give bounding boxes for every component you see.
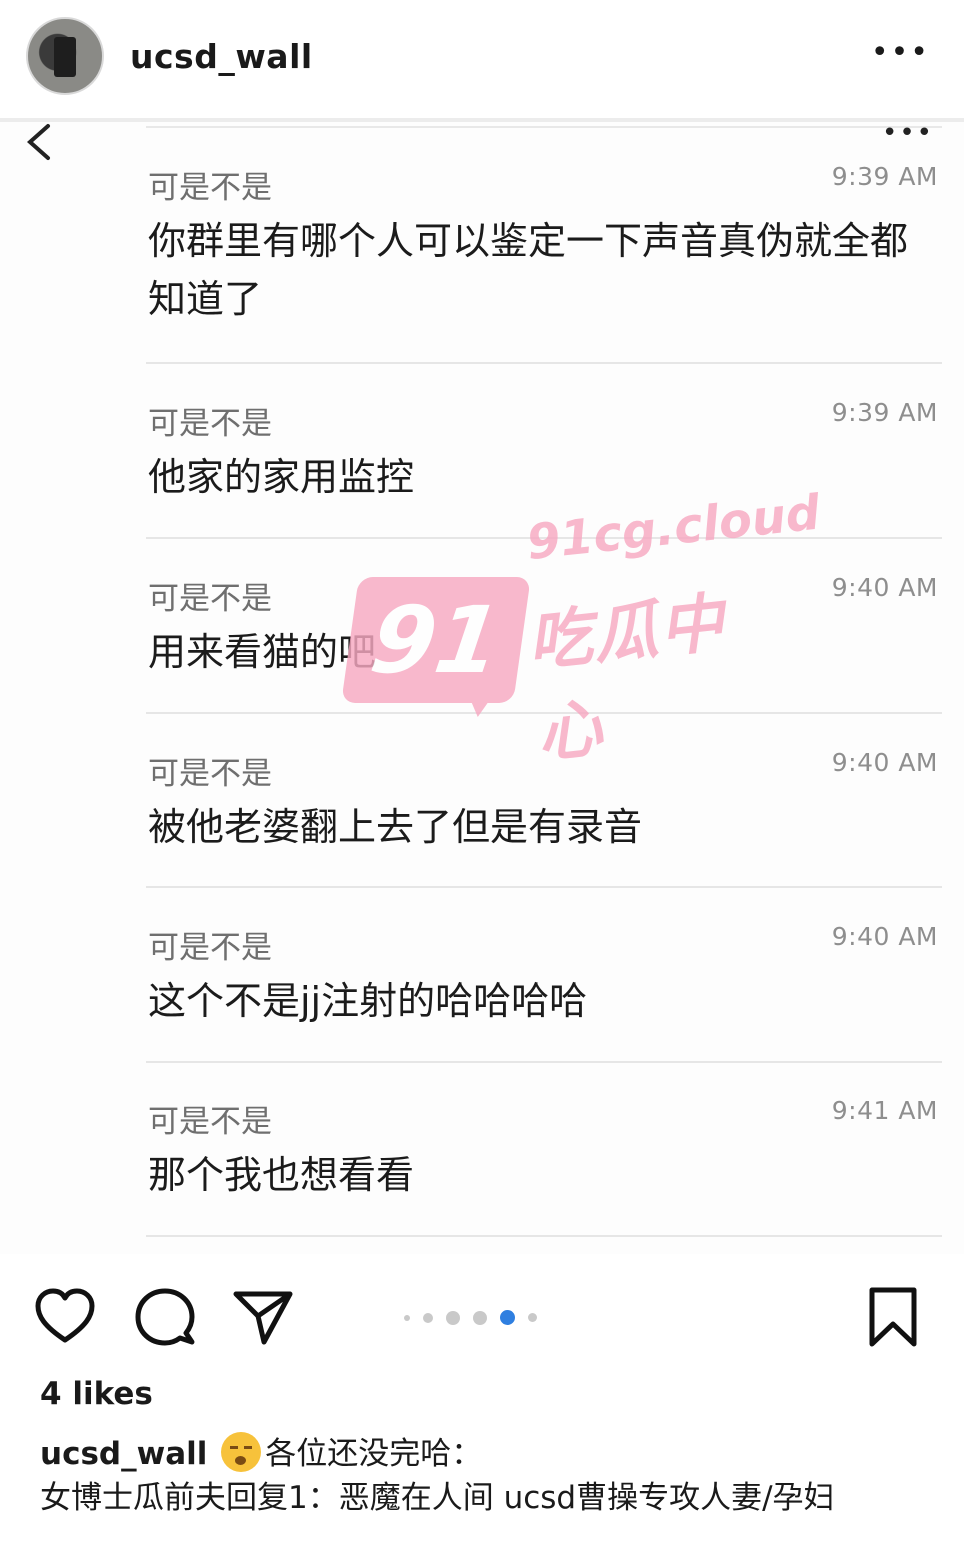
- message-time: 9:40 AM: [831, 748, 938, 777]
- divider: [146, 362, 942, 364]
- message-time: 9:40 AM: [831, 922, 938, 951]
- more-horizontal-icon: •••: [881, 118, 934, 148]
- caption-username[interactable]: ucsd_wall: [40, 1436, 207, 1472]
- message-text: 他家的家用监控: [148, 455, 415, 499]
- comment-icon[interactable]: [134, 1286, 196, 1348]
- carousel-dot: [473, 1310, 487, 1325]
- message-time: 9:39 AM: [831, 398, 938, 427]
- more-horizontal-icon[interactable]: •••: [871, 38, 930, 68]
- watermark: 91 91cg.cloud 吃瓜中心: [341, 485, 823, 772]
- carousel-dot: [446, 1310, 460, 1325]
- message-text: 被他老婆翻上去了但是有录音: [148, 805, 643, 849]
- message-time: 9:40 AM: [831, 573, 938, 602]
- carousel-dot-active: [500, 1310, 515, 1325]
- message-text: 这个不是jj注射的哈哈哈哈: [148, 979, 588, 1023]
- divider: [146, 886, 942, 888]
- bookmark-icon[interactable]: [862, 1286, 924, 1348]
- action-bar: [0, 1280, 964, 1356]
- message-time: 9:39 AM: [831, 162, 938, 191]
- message-time: 9:41 AM: [831, 1096, 938, 1125]
- message-sender: 可是不是: [148, 581, 272, 617]
- carousel-dot: [528, 1313, 537, 1322]
- divider: [146, 126, 942, 128]
- likes-count[interactable]: 4 likes: [40, 1376, 153, 1412]
- post-header: ucsd_wall •••: [0, 0, 964, 112]
- message-sender: 可是不是: [148, 756, 272, 792]
- message-sender: 可是不是: [148, 170, 272, 206]
- username[interactable]: ucsd_wall: [130, 37, 313, 76]
- carousel-dot: [404, 1314, 410, 1321]
- message-text: 那个我也想看看: [148, 1153, 415, 1197]
- post-image[interactable]: ••• 可是不是 9:39 AM 你群里有哪个人可以鉴定一下声音真伪就全都知道了…: [0, 118, 964, 1254]
- message-sender: 可是不是: [148, 1104, 272, 1140]
- message-sender: 可是不是: [148, 406, 272, 442]
- caption: ucsd_wall 各位还没完哈： 女博士瓜前夫回复1：恶魔在人间 ucsd曹操…: [40, 1432, 940, 1520]
- divider: [146, 537, 942, 539]
- carousel-indicator: [404, 1310, 537, 1325]
- divider: [146, 1061, 942, 1063]
- carousel-dot: [423, 1312, 433, 1323]
- divider: [0, 118, 964, 122]
- divider: [146, 1235, 942, 1237]
- heart-icon[interactable]: [34, 1286, 96, 1348]
- chevron-left-icon: [26, 124, 50, 160]
- face-with-steam-emoji: [221, 1432, 262, 1472]
- paper-plane-icon[interactable]: [232, 1286, 294, 1348]
- divider: [146, 712, 942, 714]
- avatar[interactable]: [26, 17, 104, 95]
- message-text: 用来看猫的吧: [148, 630, 377, 674]
- message-text: 你群里有哪个人可以鉴定一下声音真伪就全都知道了: [148, 219, 909, 321]
- message-sender: 可是不是: [148, 930, 272, 966]
